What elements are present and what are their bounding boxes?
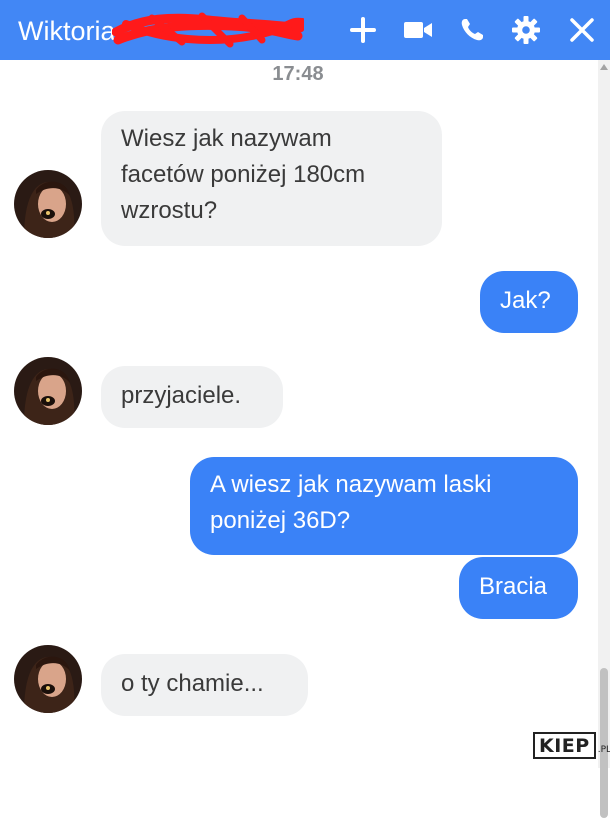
message-line: A wiesz jak nazywam laski (210, 471, 492, 498)
message-line: facetów poniżej 180cm (121, 161, 366, 188)
chat-header: Wiktoria (0, 0, 610, 60)
message-bubble-incoming: Wiesz jak nazywam facetów poniżej 180cm … (101, 111, 442, 246)
contact-name[interactable]: Wiktoria (18, 14, 116, 48)
contact-avatar[interactable] (14, 645, 82, 713)
message-text: Bracia (479, 573, 548, 600)
message-bubble-incoming: o ty chamie... (101, 654, 308, 716)
gear-icon[interactable] (510, 14, 542, 46)
close-icon[interactable] (566, 14, 598, 46)
watermark-brand: KIEP (533, 731, 596, 759)
message-text: o ty chamie... (121, 670, 264, 697)
message-line: wzrostu? (121, 197, 218, 224)
contact-avatar[interactable] (14, 170, 82, 238)
message-bubble-outgoing: Jak? (480, 271, 578, 333)
contact-avatar[interactable] (14, 357, 82, 425)
message-bubble-outgoing: Bracia (459, 557, 578, 619)
video-camera-icon[interactable] (402, 14, 434, 46)
phone-icon[interactable] (456, 14, 488, 46)
message-timestamp: 17:48 (272, 63, 324, 85)
message-line: Wiesz jak nazywam (121, 125, 332, 152)
message-line: poniżej 36D? (210, 507, 351, 534)
redaction-scribble (112, 12, 304, 48)
site-watermark: KIEP .PL (533, 731, 610, 759)
message-bubble-outgoing: A wiesz jak nazywam laski poniżej 36D? (190, 457, 578, 555)
plus-icon[interactable] (347, 14, 379, 46)
scroll-up-arrow-icon[interactable] (600, 64, 608, 70)
message-text: przyjaciele. (121, 382, 242, 409)
chat-scrollbar[interactable] (598, 60, 610, 818)
message-bubble-incoming: przyjaciele. (101, 366, 283, 428)
message-text: Jak? (500, 287, 551, 314)
watermark-suffix: .PL (597, 745, 610, 755)
